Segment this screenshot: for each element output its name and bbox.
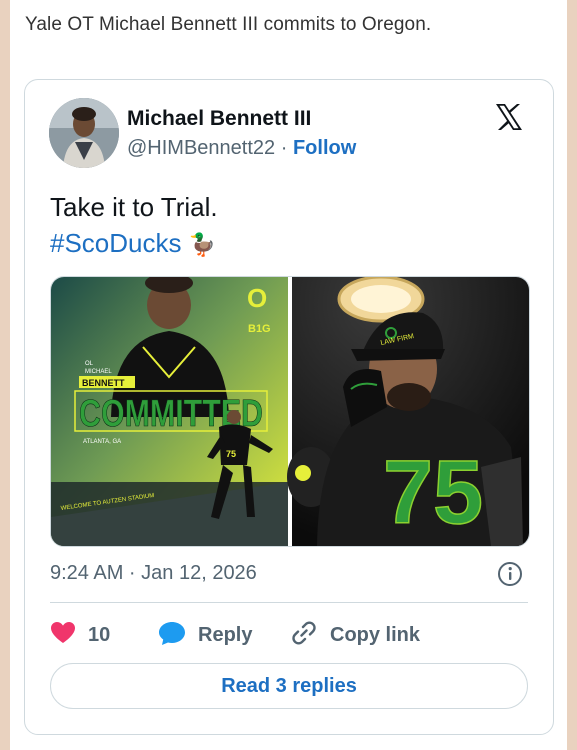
player-photo: LAW FIRM 75: [287, 277, 529, 546]
hometown-text: ATLANTA, GA: [83, 439, 121, 445]
follow-button[interactable]: Follow: [293, 137, 356, 159]
reply-label: Reply: [198, 623, 253, 646]
oregon-o-logo: O: [247, 283, 267, 313]
author-handle-line: @HIMBennett22 · Follow: [127, 137, 356, 160]
position-tag: OL: [85, 361, 94, 367]
author-handle[interactable]: @HIMBennett22: [127, 137, 275, 159]
tweet-media[interactable]: WELCOME TO AUTZEN STADIUM O B1G OL MICHA…: [50, 276, 530, 547]
commit-graphic: WELCOME TO AUTZEN STADIUM O B1G OL MICHA…: [51, 277, 288, 546]
like-button[interactable]: 10: [50, 620, 110, 650]
svg-text:75: 75: [226, 449, 236, 459]
divider: [50, 602, 528, 603]
last-name: BENNETT: [82, 378, 125, 388]
first-name: MICHAEL: [85, 369, 112, 375]
tweet-text-line: Take it to Trial.: [50, 192, 218, 222]
hashtag-link[interactable]: #ScoDucks: [50, 228, 182, 258]
author-avatar[interactable]: [49, 98, 119, 168]
tweet-text: Take it to Trial. #ScoDucks 🦆: [50, 189, 218, 263]
page: Yale OT Michael Bennett III commits to O…: [10, 0, 567, 750]
reply-button[interactable]: Reply: [158, 620, 252, 650]
tweet-actions: 10 Reply Copy link: [50, 620, 528, 650]
heart-icon: [50, 621, 76, 650]
embedded-tweet-card[interactable]: Michael Bennett III @HIMBennett22 · Foll…: [24, 79, 554, 735]
article-headline: Yale OT Michael Bennett III commits to O…: [25, 14, 432, 35]
info-icon[interactable]: [497, 561, 523, 587]
reply-bubble-icon: [158, 620, 186, 651]
duck-emoji: 🦆: [188, 232, 217, 257]
x-logo-icon[interactable]: [493, 101, 525, 133]
jersey-number: 75: [383, 443, 483, 543]
author-name[interactable]: Michael Bennett III: [127, 107, 311, 131]
copy-link-label: Copy link: [330, 623, 421, 646]
tweet-timestamp[interactable]: 9:24 AM · Jan 12, 2026: [50, 562, 257, 585]
read-replies-button[interactable]: Read 3 replies: [50, 663, 528, 709]
like-count: 10: [88, 623, 111, 646]
copy-link-button[interactable]: Copy link: [290, 620, 420, 650]
b1g-logo: B1G: [248, 323, 271, 335]
link-icon: [290, 619, 318, 652]
separator-dot: ·: [280, 137, 288, 159]
tweet-hashtag-line: #ScoDucks 🦆: [50, 225, 218, 263]
